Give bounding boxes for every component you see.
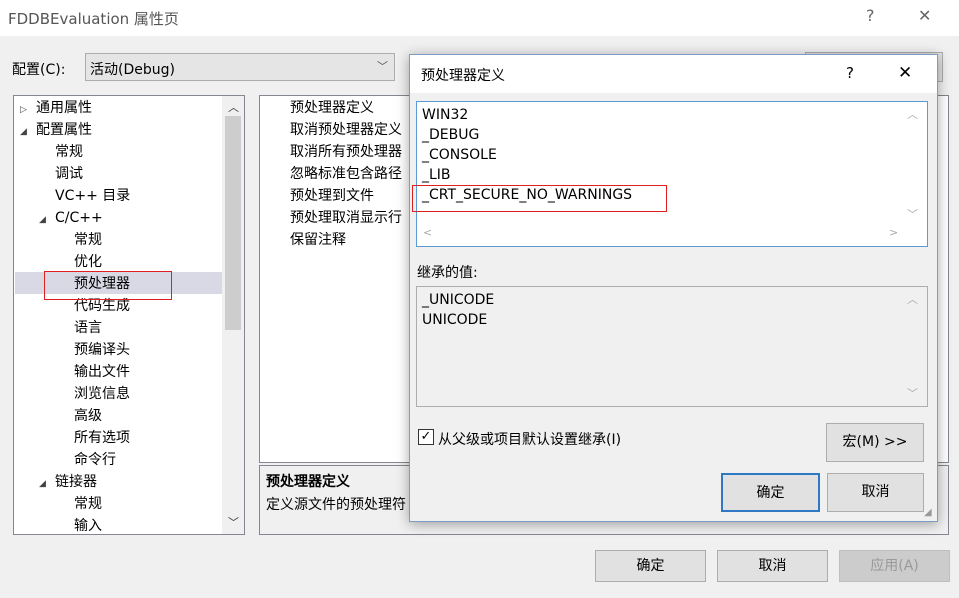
scroll-right-icon[interactable]: >: [889, 226, 898, 239]
definition-line: WIN32: [422, 107, 469, 123]
scroll-down-icon[interactable]: ﹀: [907, 206, 918, 222]
tree-item-label: 优化: [74, 254, 102, 270]
dialog-close-button[interactable]: ✕: [898, 63, 912, 83]
grid-property[interactable]: 预处理器定义: [290, 97, 374, 119]
tree-item[interactable]: ◢ C/C++: [39, 207, 103, 229]
tree-item[interactable]: 常规: [39, 141, 83, 163]
tree-item-label: 预编译头: [74, 342, 130, 358]
cancel-button[interactable]: 取消: [717, 550, 828, 582]
tree-item[interactable]: ▷ 通用属性: [20, 97, 92, 119]
tree-item[interactable]: 命令行: [58, 449, 116, 471]
scroll-up-icon[interactable]: ︿: [907, 291, 918, 307]
apply-button[interactable]: 应用(A): [839, 550, 950, 582]
config-select[interactable]: 活动(Debug) ﹀: [85, 53, 395, 81]
tree-item[interactable]: 语言: [58, 317, 102, 339]
scroll-up-icon[interactable]: ︿: [228, 99, 239, 115]
tree-item-label: C/C++: [55, 210, 103, 226]
tree-item-label: 调试: [55, 166, 83, 182]
tree-item-label: VC++ 目录: [55, 188, 131, 204]
grid-property[interactable]: 保留注释: [290, 229, 346, 251]
grid-property[interactable]: 取消所有预处理器: [290, 141, 402, 163]
resize-grip-icon[interactable]: ◢: [924, 507, 932, 518]
tree-item-label: 常规: [74, 496, 102, 512]
highlight-box: [412, 185, 667, 212]
tree-item[interactable]: 常规: [58, 493, 102, 515]
tree-item-label: 所有选项: [74, 430, 130, 446]
tree-item-label: 命令行: [74, 452, 116, 468]
scroll-up-icon[interactable]: ︿: [907, 106, 918, 122]
close-button[interactable]: ✕: [918, 6, 931, 25]
tree-item[interactable]: 浏览信息: [58, 383, 130, 405]
inherited-label: 继承的值:: [417, 265, 478, 281]
definition-line: _CONSOLE: [422, 147, 497, 163]
dialog-help-button[interactable]: ?: [846, 64, 854, 82]
highlight-box: [44, 271, 172, 300]
dialog-cancel-button[interactable]: 取消: [827, 473, 924, 512]
tree-item[interactable]: 所有选项: [58, 427, 130, 449]
tree-item-label: 输入: [74, 518, 102, 534]
expand-arrow-icon[interactable]: ◢: [39, 473, 55, 495]
ok-button[interactable]: 确定: [595, 550, 706, 582]
definitions-textarea[interactable]: WIN32 _DEBUG _CONSOLE _LIB _CRT_SECURE_NO_WA…: [416, 101, 928, 247]
chevron-down-icon: ﹀: [377, 60, 388, 73]
preprocessor-dialog: 预处理器定义 ? ✕ WIN32 _DEBUG _CONSOLE _LIB _CRT_S…: [409, 54, 938, 522]
expand-arrow-icon[interactable]: ▷: [20, 99, 36, 121]
title-bar: FDDBEvaluation 属性页 ? ✕: [0, 0, 959, 36]
tree-item[interactable]: VC++ 目录: [39, 185, 130, 207]
inherit-checkbox[interactable]: ✓: [418, 429, 434, 445]
window-title: FDDBEvaluation 属性页: [8, 10, 179, 28]
tree-item[interactable]: ◢ 链接器: [39, 471, 97, 493]
tree-item[interactable]: 调试: [39, 163, 83, 185]
grid-property[interactable]: 取消预处理器定义: [290, 119, 402, 141]
inherit-checkbox-label[interactable]: 从父级或项目默认设置继承(I): [438, 429, 621, 449]
tree-item-label: 浏览信息: [74, 386, 130, 402]
definition-line: _DEBUG: [422, 127, 480, 143]
grid-property[interactable]: 预处理到文件: [290, 185, 374, 207]
dialog-ok-button[interactable]: 确定: [721, 473, 820, 512]
tree-item[interactable]: 常规: [58, 229, 102, 251]
description-title: 预处理器定义: [266, 474, 350, 490]
tree-item-label: 配置属性: [36, 122, 92, 138]
dialog-title: 预处理器定义: [421, 68, 505, 84]
tree-item[interactable]: 输入: [58, 515, 102, 534]
inherited-line: _UNICODE: [422, 292, 495, 308]
inherited-line: UNICODE: [422, 312, 488, 328]
tree-item-label: 代码生成: [74, 298, 130, 314]
tree-item[interactable]: 输出文件: [58, 361, 130, 383]
help-button[interactable]: ?: [866, 6, 875, 25]
scroll-down-icon[interactable]: ﹀: [228, 514, 239, 530]
expand-arrow-icon[interactable]: ◢: [20, 121, 36, 143]
tree-item-label: 语言: [74, 320, 102, 336]
tree-item[interactable]: 高级: [58, 405, 102, 427]
tree-item-label: 高级: [74, 408, 102, 424]
tree-item[interactable]: 预编译头: [58, 339, 130, 361]
tree-item-label: 常规: [55, 144, 83, 160]
description-text: 定义源文件的预处理符: [266, 497, 406, 513]
tree-item-label: 链接器: [55, 474, 97, 490]
tree-item-label: 通用属性: [36, 100, 92, 116]
dialog-title-bar: 预处理器定义 ? ✕: [410, 55, 937, 93]
expand-arrow-icon[interactable]: ◢: [39, 209, 55, 231]
scroll-left-icon[interactable]: <: [423, 226, 432, 239]
inherited-values-box: _UNICODE UNICODE ︿ ﹀: [416, 286, 928, 407]
tree-scroll-thumb[interactable]: [225, 116, 241, 330]
grid-property[interactable]: 预处理取消显示行: [290, 207, 402, 229]
tree-item[interactable]: ◢ 配置属性: [20, 119, 92, 141]
grid-property[interactable]: 忽略标准包含路径: [290, 163, 402, 185]
tree-item-label: 输出文件: [74, 364, 130, 380]
config-label: 配置(C):: [12, 62, 66, 78]
tree-item-label: 常规: [74, 232, 102, 248]
tree-item[interactable]: 优化: [58, 251, 102, 273]
property-tree: ▷ 通用属性 ◢ 配置属性 常规 调试 VC++ 目录 ◢ C/C++ 常规 优化 预处理器 代码生成语…: [13, 95, 245, 535]
macro-button[interactable]: 宏(M) >>: [826, 423, 924, 462]
scroll-down-icon[interactable]: ﹀: [907, 385, 918, 401]
config-value: 活动(Debug): [90, 62, 175, 78]
definition-line: _LIB: [422, 167, 451, 183]
